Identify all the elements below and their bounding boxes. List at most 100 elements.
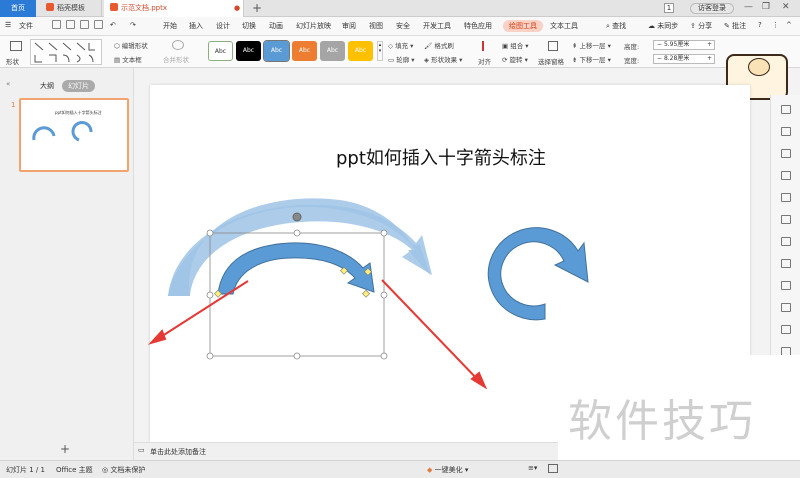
protect-status[interactable]: ◎ 文档未保护 — [102, 465, 145, 475]
slide-count: 幻灯片 1 / 1 — [6, 466, 45, 474]
tab-document[interactable]: 示范文档.pptx ● — [104, 0, 244, 17]
close-tab-icon[interactable]: ● — [234, 0, 240, 17]
collapse-pane-icon[interactable]: « — [6, 80, 10, 88]
sidebar-image-icon[interactable] — [781, 193, 791, 202]
tab-outline[interactable]: 大纲 — [40, 82, 54, 90]
width-plus[interactable]: + — [707, 55, 712, 63]
menu-slideshow[interactable]: 幻灯片放映 — [296, 21, 331, 31]
resize-handle-nw[interactable] — [206, 229, 214, 237]
style-orange[interactable]: Abc — [292, 41, 317, 61]
menu-devtools[interactable]: 开发工具 — [423, 21, 451, 31]
edit-shape-button[interactable]: ⬡ 编辑形状 — [114, 40, 148, 50]
sidebar-fill-icon[interactable] — [781, 171, 791, 180]
sidebar-crop-icon[interactable] — [781, 215, 791, 224]
view-list-icon[interactable]: ≡▾ — [528, 464, 537, 472]
tab-home[interactable]: 首页 — [0, 0, 36, 17]
style-black[interactable]: Abc — [236, 41, 261, 61]
menu-security[interactable]: 安全 — [396, 21, 410, 31]
menu-review[interactable]: 审阅 — [342, 21, 356, 31]
shape-button[interactable]: 形状 — [6, 39, 26, 66]
print-preview-icon[interactable] — [94, 20, 103, 29]
shape-effect-button[interactable]: ◈ 形状效果 ▾ — [424, 54, 462, 64]
resize-handle-se[interactable] — [380, 352, 388, 360]
adjust-handle[interactable] — [362, 289, 370, 298]
menu-icon[interactable]: ☰ — [5, 21, 11, 29]
view-normal-icon[interactable] — [548, 464, 558, 473]
sidebar-select-icon[interactable] — [781, 105, 791, 114]
menu-design[interactable]: 设计 — [216, 21, 230, 31]
group-button[interactable]: ▣ 组合 ▾ — [502, 40, 529, 50]
style-gray[interactable]: Abc — [320, 41, 345, 61]
sidebar-shape-icon[interactable] — [781, 149, 791, 158]
resize-handle-s[interactable] — [293, 352, 301, 360]
menu-animation[interactable]: 动画 — [269, 21, 283, 31]
tab-drawing-tools[interactable]: 绘图工具 — [503, 20, 543, 32]
share-button[interactable]: ⇪ 分享 — [690, 21, 712, 31]
print-icon[interactable] — [80, 20, 89, 29]
collapse-ribbon-icon[interactable]: ^ — [786, 21, 792, 29]
width-minus[interactable]: − — [657, 55, 662, 62]
comment-button[interactable]: ✎ 批注 — [724, 21, 746, 31]
status-bar: 幻灯片 1 / 1 Office 主题 ◎ 文档未保护 ◆ 一键美化 ▾ ≡▾ — [0, 460, 800, 478]
sidebar-backup-icon[interactable] — [781, 325, 791, 334]
selection-pane-button[interactable]: 选择窗格 — [538, 39, 568, 66]
sidebar-layers-icon[interactable] — [781, 303, 791, 312]
style-blue[interactable]: Abc — [263, 40, 290, 62]
sidebar-copy-icon[interactable] — [781, 127, 791, 136]
resize-handle-e[interactable] — [380, 291, 388, 299]
bring-forward-button[interactable]: ⇞ 上移一层 ▾ — [572, 40, 611, 50]
maximize-icon[interactable]: ❐ — [762, 2, 770, 12]
add-slide-button[interactable]: + — [60, 442, 70, 456]
menu-special[interactable]: 特色应用 — [464, 21, 492, 31]
minimize-icon[interactable]: — — [744, 2, 753, 12]
send-backward-button[interactable]: ⇟ 下移一层 ▾ — [572, 54, 611, 64]
outline-label: 轮廓 — [396, 56, 410, 64]
width-input[interactable]: − 8.28厘米 + — [653, 54, 715, 64]
new-tab-button[interactable]: + — [252, 1, 262, 15]
save-icon[interactable] — [66, 20, 75, 29]
menu-start[interactable]: 开始 — [163, 21, 177, 31]
login-button[interactable]: 访客登录 — [690, 3, 734, 14]
height-plus[interactable]: + — [707, 41, 712, 49]
rotate-handle[interactable] — [292, 212, 302, 222]
outline-button[interactable]: ▭ 轮廓 ▾ — [388, 54, 415, 64]
menu-insert[interactable]: 插入 — [189, 21, 203, 31]
height-minus[interactable]: − — [657, 41, 662, 48]
slide-thumbnail[interactable]: ppt如何插入十字箭头标注 — [19, 98, 129, 172]
sidebar-chart-icon[interactable] — [781, 237, 791, 246]
file-menu[interactable]: 文件 — [19, 21, 33, 31]
menu-view[interactable]: 视图 — [369, 21, 383, 31]
merge-shape-button[interactable]: 合并形状 — [163, 54, 189, 64]
sidebar-export-icon[interactable] — [781, 281, 791, 290]
tab-docer-templates[interactable]: 稻壳模板 — [40, 0, 102, 17]
height-input[interactable]: − 5.95厘米 + — [653, 40, 715, 50]
rotate-button[interactable]: ⟳ 旋转 ▾ — [502, 54, 528, 64]
align-button[interactable]: 对齐 — [477, 39, 497, 66]
text-box-button[interactable]: ▤ 文本框 — [114, 54, 142, 64]
tab-slides[interactable]: 幻灯片 — [62, 80, 95, 92]
more-icon[interactable]: ⋮ — [772, 21, 779, 29]
sidebar-table-icon[interactable] — [781, 259, 791, 268]
undo-icon[interactable]: ↶ — [110, 21, 116, 29]
resize-handle-w[interactable] — [206, 291, 214, 299]
search-button[interactable]: ⌕ 查找 — [606, 21, 626, 31]
menu-transition[interactable]: 切换 — [242, 21, 256, 31]
format-brush-button[interactable]: 🖌 格式刷 — [424, 40, 454, 50]
style-white[interactable]: Abc — [208, 41, 233, 61]
style-gallery-scroll[interactable]: ▴ ▾ — [377, 41, 383, 61]
style-gold[interactable]: Abc — [348, 41, 373, 61]
redo-icon[interactable]: ↷ — [130, 21, 136, 29]
circular-arrow[interactable] — [487, 227, 589, 321]
fill-button[interactable]: ◇ 填充 ▾ — [388, 40, 413, 50]
lines-gallery[interactable] — [30, 39, 102, 65]
open-icon[interactable] — [52, 20, 61, 29]
close-window-icon[interactable]: ✕ — [782, 2, 790, 12]
help-icon[interactable]: ? — [758, 21, 762, 29]
notes-icon: ▭ — [138, 446, 145, 454]
resize-handle-ne[interactable] — [380, 229, 388, 237]
sync-button[interactable]: ☁ 未同步 — [648, 21, 678, 31]
resize-handle-n[interactable] — [293, 229, 301, 237]
beautify-button[interactable]: ◆ 一键美化 ▾ — [427, 465, 468, 475]
tab-text-tools[interactable]: 文本工具 — [550, 21, 578, 31]
resize-handle-sw[interactable] — [206, 352, 214, 360]
